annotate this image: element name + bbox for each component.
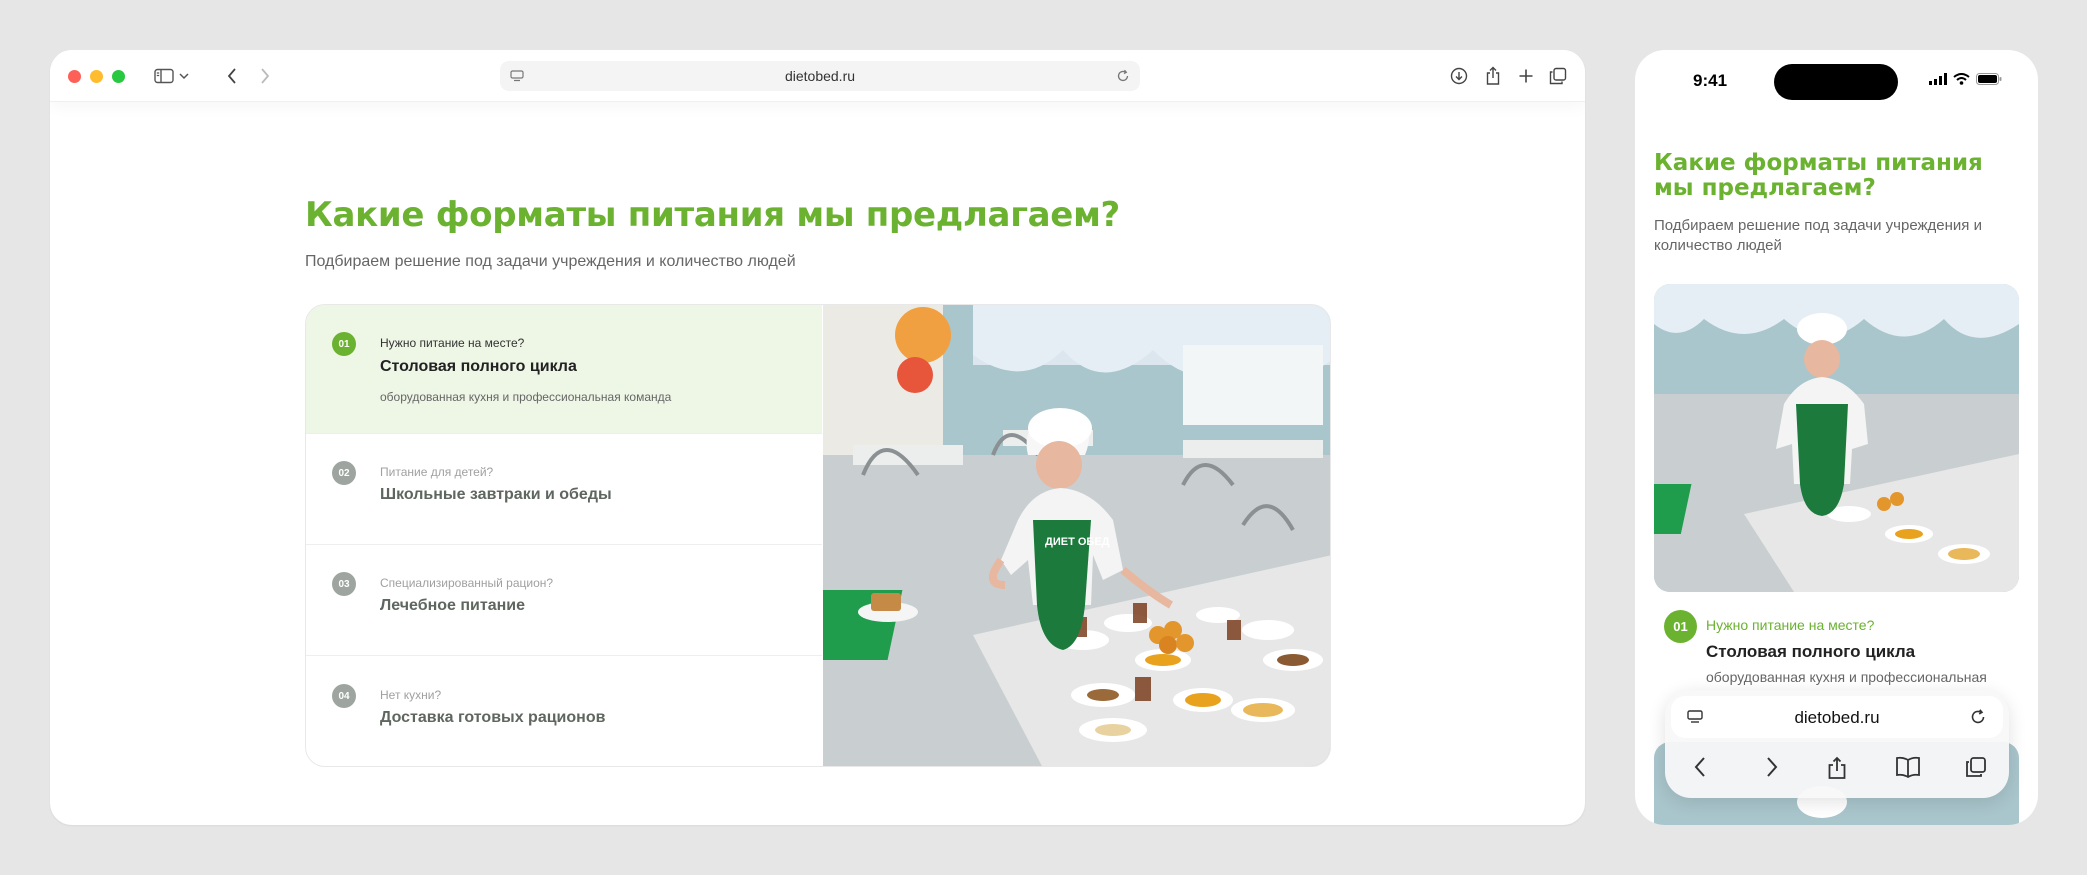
signal-icon <box>1929 73 1947 85</box>
option-title: Столовая полного цикла <box>380 358 577 375</box>
option-description: оборудованная кухня и профессиональная к… <box>380 390 672 404</box>
downloads-button[interactable] <box>1448 63 1470 89</box>
mobile-option-title: Столовая полного цикла <box>1706 642 1916 661</box>
tab-overview-button[interactable] <box>1547 63 1569 89</box>
option-question: Нужно питание на месте? <box>380 336 525 350</box>
option-title: Доставка готовых рационов <box>380 709 606 726</box>
option-number-badge: 04 <box>332 684 356 708</box>
tabs-icon <box>1549 67 1567 85</box>
desktop-browser-window: dietobed.ru Какие форматы питания мы пре… <box>50 50 1585 825</box>
mobile-address-url: dietobed.ru <box>1794 708 1880 727</box>
mobile-canteen-photo <box>1654 284 2019 592</box>
option-question: Нет кухни? <box>380 688 442 702</box>
dynamic-island <box>1774 64 1898 100</box>
formats-section-header: Какие форматы питания мы предлагаем? Под… <box>305 195 1120 271</box>
apron-logo: ДИЕТ ОБЕД <box>1045 536 1110 548</box>
option-number-badge: 03 <box>332 572 356 596</box>
status-time: 9:41 <box>1693 71 1728 90</box>
download-icon <box>1450 67 1468 85</box>
format-option-medical-diet[interactable]: 03 Специализированный рацион? Лечебное п… <box>306 544 822 655</box>
option-question: Специализированный рацион? <box>380 576 554 590</box>
share-button[interactable] <box>1482 63 1504 89</box>
mobile-option-description: оборудованная кухня и профессиональная <box>1706 669 1987 685</box>
mobile-device: 9:41 Какие форматы питания мы предлагаем… <box>1635 50 2038 825</box>
mobile-nav-buttons <box>1665 752 2009 784</box>
battery-icon <box>1976 73 2002 85</box>
format-option-school-meals[interactable]: 02 Питание для детей? Школьные завтраки … <box>306 433 822 544</box>
canteen-photo: ДИЕТ ОБЕД <box>823 305 1330 766</box>
back-icon[interactable] <box>1693 756 1707 778</box>
option-number-badge: 01 <box>332 332 356 356</box>
plus-icon <box>1519 69 1533 83</box>
option-question: Питание для детей? <box>380 465 494 479</box>
mobile-page-title: Какие форматы питания мы предлагаем? <box>1654 150 1983 201</box>
minimize-window-button[interactable] <box>90 70 103 83</box>
wifi-icon <box>1953 73 1970 85</box>
forward-icon[interactable] <box>1765 756 1779 778</box>
page-subtitle: Подбираем решение под задачи учреждения … <box>305 253 796 270</box>
status-icons <box>1929 73 2002 85</box>
format-option-canteen[interactable]: 01 Нужно питание на месте? Столовая полн… <box>306 305 822 433</box>
option-title: Школьные завтраки и обеды <box>380 486 612 503</box>
page-title: Какие форматы питания мы предлагаем? <box>305 195 1120 235</box>
address-bar[interactable]: dietobed.ru <box>500 61 1140 91</box>
chevron-down-icon <box>179 73 189 80</box>
forward-button[interactable] <box>253 63 277 89</box>
mobile-page-subtitle: Подбираем решение под задачи учреждения … <box>1654 217 1982 254</box>
reload-icon[interactable] <box>1969 708 1987 726</box>
back-icon <box>227 68 236 84</box>
formats-card: 01 Нужно питание на месте? Столовая полн… <box>305 304 1331 767</box>
bookmarks-icon[interactable] <box>1895 756 1921 778</box>
close-window-button[interactable] <box>68 70 81 83</box>
share-icon[interactable] <box>1827 756 1847 780</box>
back-button[interactable] <box>220 63 244 89</box>
tabs-icon[interactable] <box>1965 756 1987 778</box>
mobile-safari-toolbar: dietobed.ru <box>1665 690 2009 798</box>
sidebar-icon <box>154 68 174 84</box>
browser-toolbar: dietobed.ru <box>50 50 1585 102</box>
reload-icon[interactable] <box>1116 69 1130 83</box>
sidebar-toggle-button[interactable] <box>152 63 192 89</box>
forward-icon <box>261 68 270 84</box>
mobile-option-question: Нужно питание на месте? <box>1706 617 1875 633</box>
address-url: dietobed.ru <box>784 68 856 84</box>
option-title: Лечебное питание <box>380 597 525 614</box>
option-number-badge: 02 <box>332 461 356 485</box>
format-option-delivery[interactable]: 04 Нет кухни? Доставка готовых рационов <box>306 655 822 766</box>
mobile-option-number-badge: 01 <box>1664 610 1697 643</box>
share-icon <box>1486 66 1500 85</box>
new-tab-button[interactable] <box>1515 63 1537 89</box>
mobile-address-bar[interactable]: dietobed.ru <box>1671 696 2003 738</box>
maximize-window-button[interactable] <box>112 70 125 83</box>
